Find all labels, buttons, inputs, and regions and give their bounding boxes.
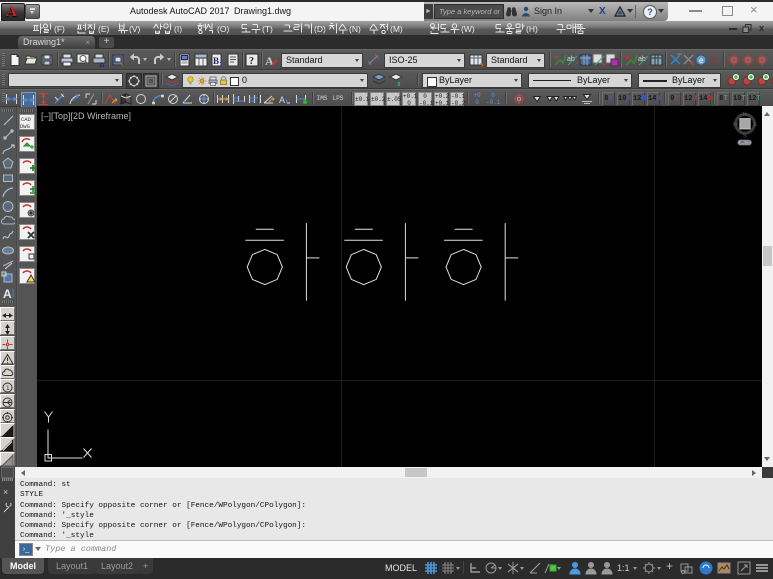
svg-text:A: A xyxy=(279,95,285,105)
svg-text:S: S xyxy=(743,134,747,140)
svg-text:A: A xyxy=(3,287,12,300)
svg-text:N: N xyxy=(743,112,747,118)
svg-text:?: ? xyxy=(711,54,717,67)
svg-text:E: E xyxy=(754,122,758,128)
svg-text:CAD: CAD xyxy=(21,116,32,123)
svg-text:e: e xyxy=(699,56,704,65)
svg-text:B: B xyxy=(213,56,219,66)
svg-text:1: 1 xyxy=(6,385,10,392)
svg-text:DWG: DWG xyxy=(20,123,30,130)
svg-text:?: ? xyxy=(249,56,254,67)
svg-text:W: W xyxy=(733,122,739,128)
